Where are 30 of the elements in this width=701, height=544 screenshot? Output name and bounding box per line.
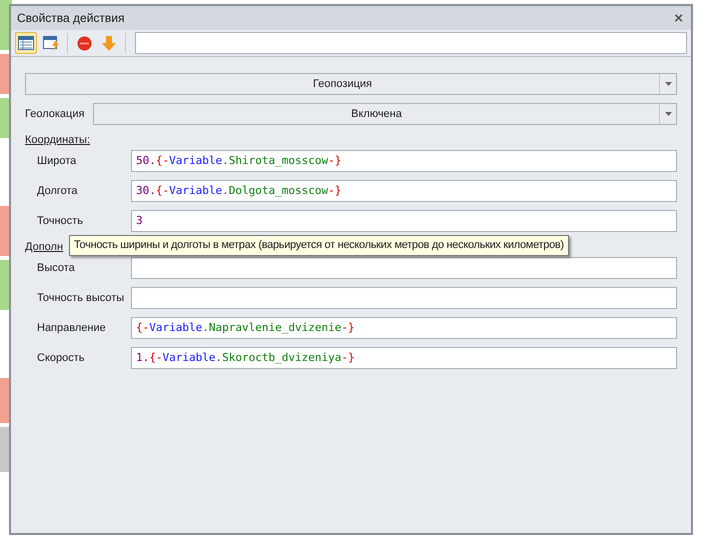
geolocation-dropdown[interactable]: Включена [93,103,677,125]
tooltip: Точность ширины и долготы в метрах (варьируется от нескольких метров до нескольких километров) [69,235,569,256]
window-title: Свойства действия [17,11,124,25]
field-label: Геолокация [25,108,86,120]
window-lightning-icon [42,36,60,50]
input-field[interactable]: 1.{-Variable.Skoroctb_dvizeniya-} [131,347,677,369]
field-label: Точность [37,215,84,227]
field-label: Точность высоты [37,292,126,304]
down-arrow-icon [102,36,116,50]
table-icon [18,36,34,50]
field-label: Долгота [37,185,79,197]
search-field[interactable] [135,32,687,54]
input-field[interactable]: 3 [131,210,677,232]
input-field[interactable]: 30.{-Variable.Dolgota_mosscow-} [131,180,677,202]
close-button[interactable]: × [672,10,685,26]
field-label: Скорость [37,352,86,364]
dropdown-arrow-icon [664,82,672,86]
input-field[interactable] [131,257,677,279]
section-heading: Координаты: [25,134,90,146]
input-field[interactable] [131,287,677,309]
section-heading: Дополн [25,241,64,253]
stop-icon [76,36,92,50]
input-field[interactable]: {-Variable.Napravlenie_dvizenie-} [131,317,677,339]
field-label: Направление [37,322,107,334]
field-label: Высота [37,262,76,274]
input-field[interactable]: 50.{-Variable.Shirota_mosscow-} [131,150,677,172]
toolbar-button[interactable] [15,32,37,54]
dropdown-arrow-icon [664,112,672,116]
action-dropdown[interactable]: Геопозиция [25,73,677,95]
field-label: Широта [37,155,78,167]
